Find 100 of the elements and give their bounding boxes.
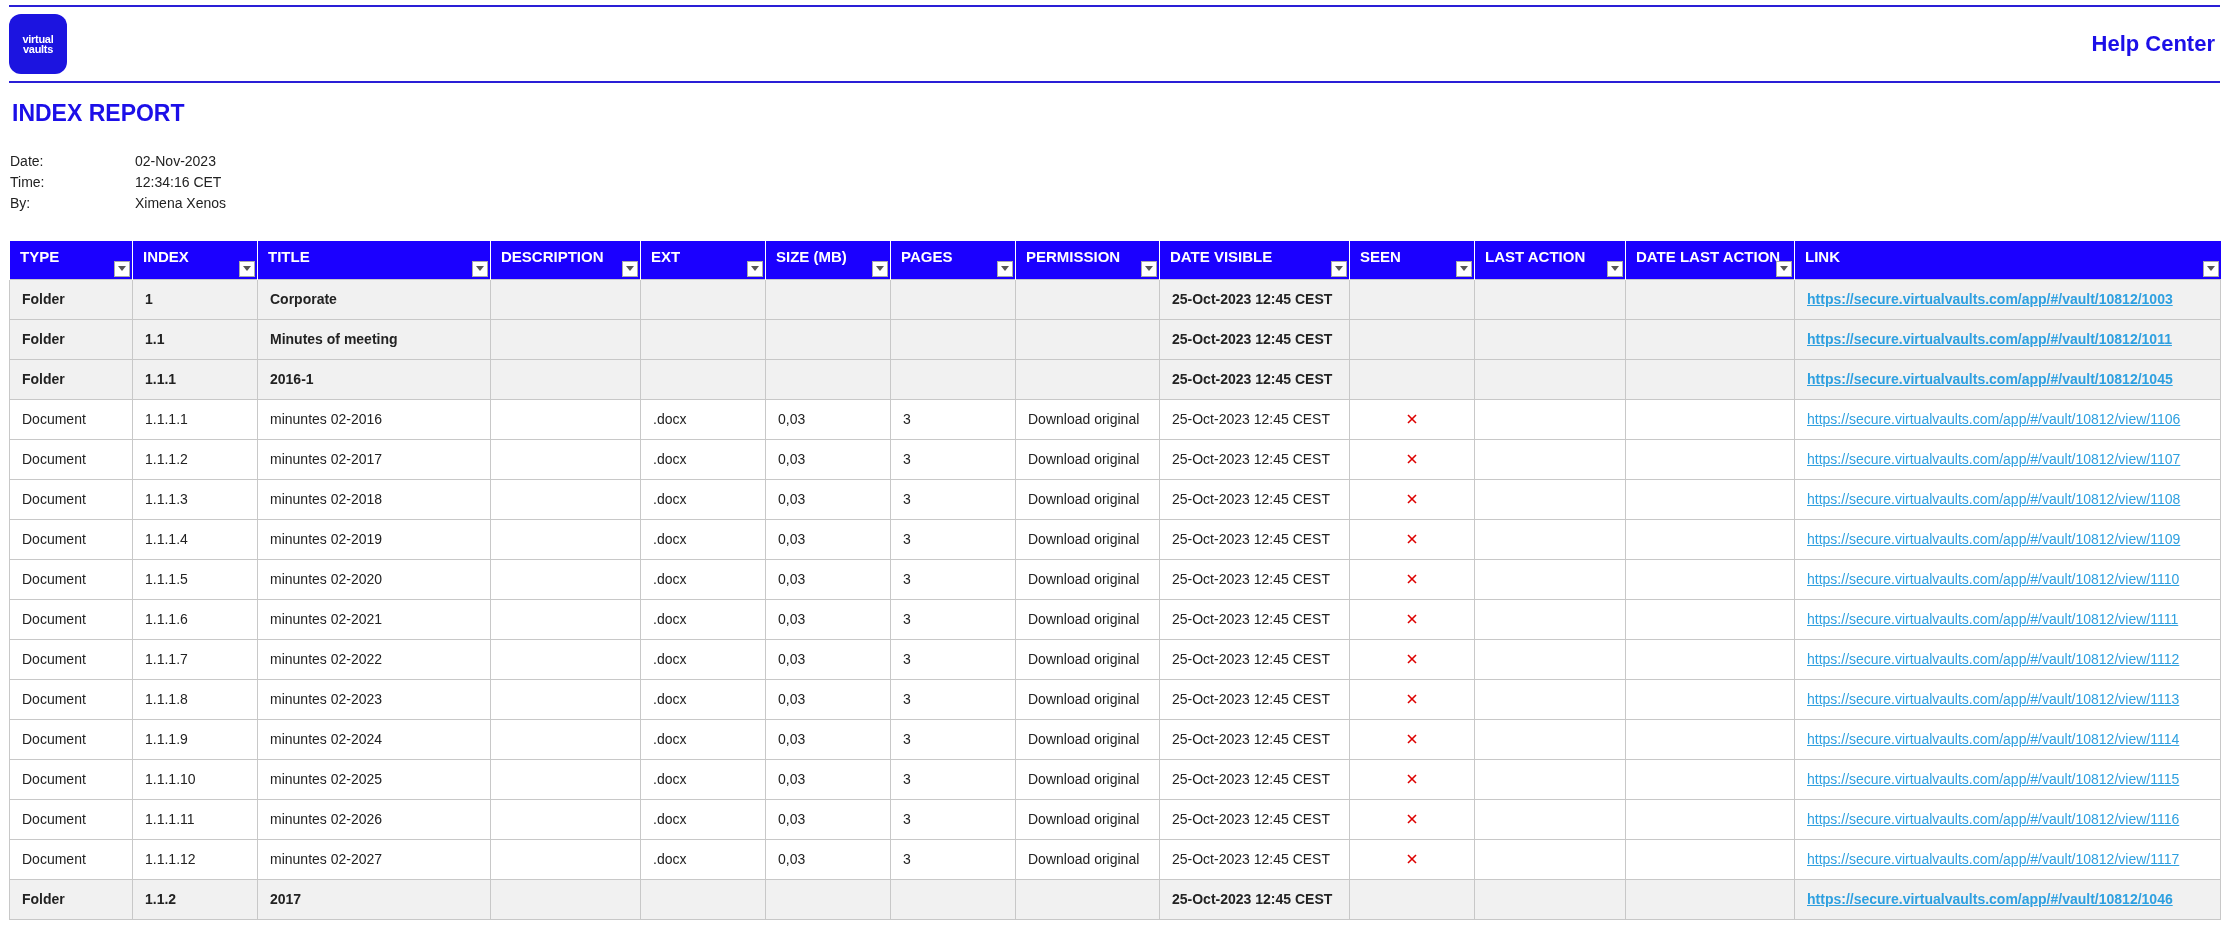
table-cell-text: 25-Oct-2023 12:45 CEST <box>1172 370 1333 387</box>
table-cell-text: 25-Oct-2023 12:45 CEST <box>1172 811 1330 827</box>
table-cell-text: 3 <box>903 851 911 867</box>
table-cell-text: minuntes 02-2023 <box>270 691 383 707</box>
table-cell-text: Document <box>22 611 86 627</box>
table-cell-text: 3 <box>903 811 911 827</box>
cross-icon <box>1407 814 1417 824</box>
table-cell-text: .docx <box>653 771 687 787</box>
help-center-link[interactable]: Help Center <box>2091 31 2215 57</box>
table-cell-text: 1.1.1.10 <box>145 771 196 787</box>
table-cell-text: minuntes 02-2016 <box>270 411 383 427</box>
table-cell-text: 0,03 <box>778 571 806 587</box>
filter-dropdown-icon[interactable] <box>1776 260 1792 277</box>
table-cell-text: minuntes 02-2022 <box>270 651 383 667</box>
table-cell-text: Document <box>22 451 86 467</box>
table-cell-text: minuntes 02-2018 <box>270 491 383 507</box>
table-cell-text: 0,03 <box>778 691 806 707</box>
meta-value: 12:34:16 CET <box>135 173 222 192</box>
filter-dropdown-icon[interactable] <box>1331 260 1347 277</box>
table-cell-text: 25-Oct-2023 12:45 CEST <box>1172 411 1330 427</box>
table-cell-text: .docx <box>653 611 687 627</box>
table-cell-text: .docx <box>653 531 687 547</box>
table-cell-text: 3 <box>903 731 911 747</box>
table-cell-text: Download original <box>1028 451 1140 467</box>
filter-dropdown-icon[interactable] <box>872 260 888 277</box>
table-cell-text: .docx <box>653 571 687 587</box>
table-cell-text: 25-Oct-2023 12:45 CEST <box>1172 330 1333 347</box>
table-cell-text: 25-Oct-2023 12:45 CEST <box>1172 531 1330 547</box>
table-cell-text: minuntes 02-2027 <box>270 851 383 867</box>
filter-dropdown-icon[interactable] <box>2202 260 2219 277</box>
table-cell-text: minuntes 02-2025 <box>270 771 383 787</box>
filter-dropdown-icon[interactable] <box>1141 260 1157 277</box>
table-cell-text: Download original <box>1028 691 1140 707</box>
filter-dropdown-icon[interactable] <box>472 260 488 277</box>
column-header: DESCRIPTION <box>490 241 641 279</box>
table-cell-text: 3 <box>903 691 911 707</box>
table-cell-text: 2016-1 <box>270 371 314 387</box>
table-cell-text: 1.1.1.4 <box>145 531 188 547</box>
table-cell-text: 1.1.1.12 <box>145 851 196 867</box>
table-cell-text: 0,03 <box>778 491 806 507</box>
table-cell-text: 3 <box>903 491 911 507</box>
meta-label: By: <box>10 194 32 213</box>
table-cell-text: 0,03 <box>778 811 806 827</box>
table-cell-text: 3 <box>903 651 911 667</box>
table-cell-text: 3 <box>903 451 911 467</box>
column-header: EXT <box>640 241 766 279</box>
table-cell-text: minuntes 02-2024 <box>270 731 383 747</box>
table-cell-text: 25-Oct-2023 12:45 CEST <box>1172 491 1330 507</box>
table-cell-text: Download original <box>1028 491 1140 507</box>
filter-dropdown-icon[interactable] <box>114 260 130 277</box>
table-cell-text: Document <box>22 411 86 427</box>
table-cell-text: minuntes 02-2017 <box>270 451 383 467</box>
table-cell-text: .docx <box>653 731 687 747</box>
meta-label: Time: <box>10 173 46 192</box>
table-cell-text: 1.1.1.11 <box>145 811 195 827</box>
table-cell-text: 1.1.1.9 <box>145 731 188 747</box>
table-cell-text: .docx <box>653 651 687 667</box>
table-cell-text: Document <box>22 531 86 547</box>
column-header: DATE VISIBLE <box>1159 241 1350 279</box>
cross-icon <box>1407 494 1417 504</box>
table-cell-text: 25-Oct-2023 12:45 CEST <box>1172 771 1330 787</box>
filter-dropdown-icon[interactable] <box>239 260 255 277</box>
table-cell-text: Document <box>22 491 86 507</box>
column-header: PERMISSION <box>1015 241 1160 279</box>
filter-dropdown-icon[interactable] <box>997 260 1013 277</box>
table-cell-text: Document <box>22 731 86 747</box>
table-cell-text: Corporate <box>270 291 337 307</box>
filter-dropdown-icon[interactable] <box>622 260 638 277</box>
table-cell-text: 1.1.1.6 <box>145 611 188 627</box>
table-cell-text: Document <box>22 811 86 827</box>
table-cell-text: 1.1.1.1 <box>145 411 188 427</box>
table-cell-text: 25-Oct-2023 12:45 CEST <box>1172 731 1330 747</box>
column-header: PAGES <box>890 241 1016 279</box>
column-header: SIZE (MB) <box>765 241 891 279</box>
meta-value: 02-Nov-2023 <box>135 152 216 171</box>
cross-icon <box>1407 854 1417 864</box>
table-cell-text: Document <box>22 771 86 787</box>
table-cell-text: Folder <box>22 291 65 307</box>
table-cell-text: 3 <box>903 571 911 587</box>
table-cell-text: minuntes 02-2026 <box>270 811 383 827</box>
table-cell-text: .docx <box>653 491 687 507</box>
table-cell-text: 1.1.1.3 <box>145 491 188 507</box>
table-cell-text: Folder <box>22 331 65 347</box>
table-cell-text: .docx <box>653 851 687 867</box>
cross-icon <box>1407 414 1417 424</box>
filter-dropdown-icon[interactable] <box>1456 260 1472 277</box>
table-cell-text: 0,03 <box>778 411 806 427</box>
table-cell-text: minuntes 02-2020 <box>270 571 383 587</box>
table-cell-text: 25-Oct-2023 12:45 CEST <box>1172 651 1330 667</box>
table-cell-text: 0,03 <box>778 451 806 467</box>
table-cell-text: Download original <box>1028 851 1140 867</box>
cross-icon <box>1407 614 1417 624</box>
filter-dropdown-icon[interactable] <box>747 260 763 277</box>
table-cell-text: Download original <box>1028 571 1140 587</box>
filter-dropdown-icon[interactable] <box>1607 260 1623 277</box>
column-header: INDEX <box>132 241 258 279</box>
table-cell-text: Download original <box>1028 811 1140 827</box>
column-header: TYPE <box>9 241 133 279</box>
table-cell-text: Minutes of meeting <box>270 331 398 347</box>
column-header: LAST ACTION <box>1474 241 1626 279</box>
